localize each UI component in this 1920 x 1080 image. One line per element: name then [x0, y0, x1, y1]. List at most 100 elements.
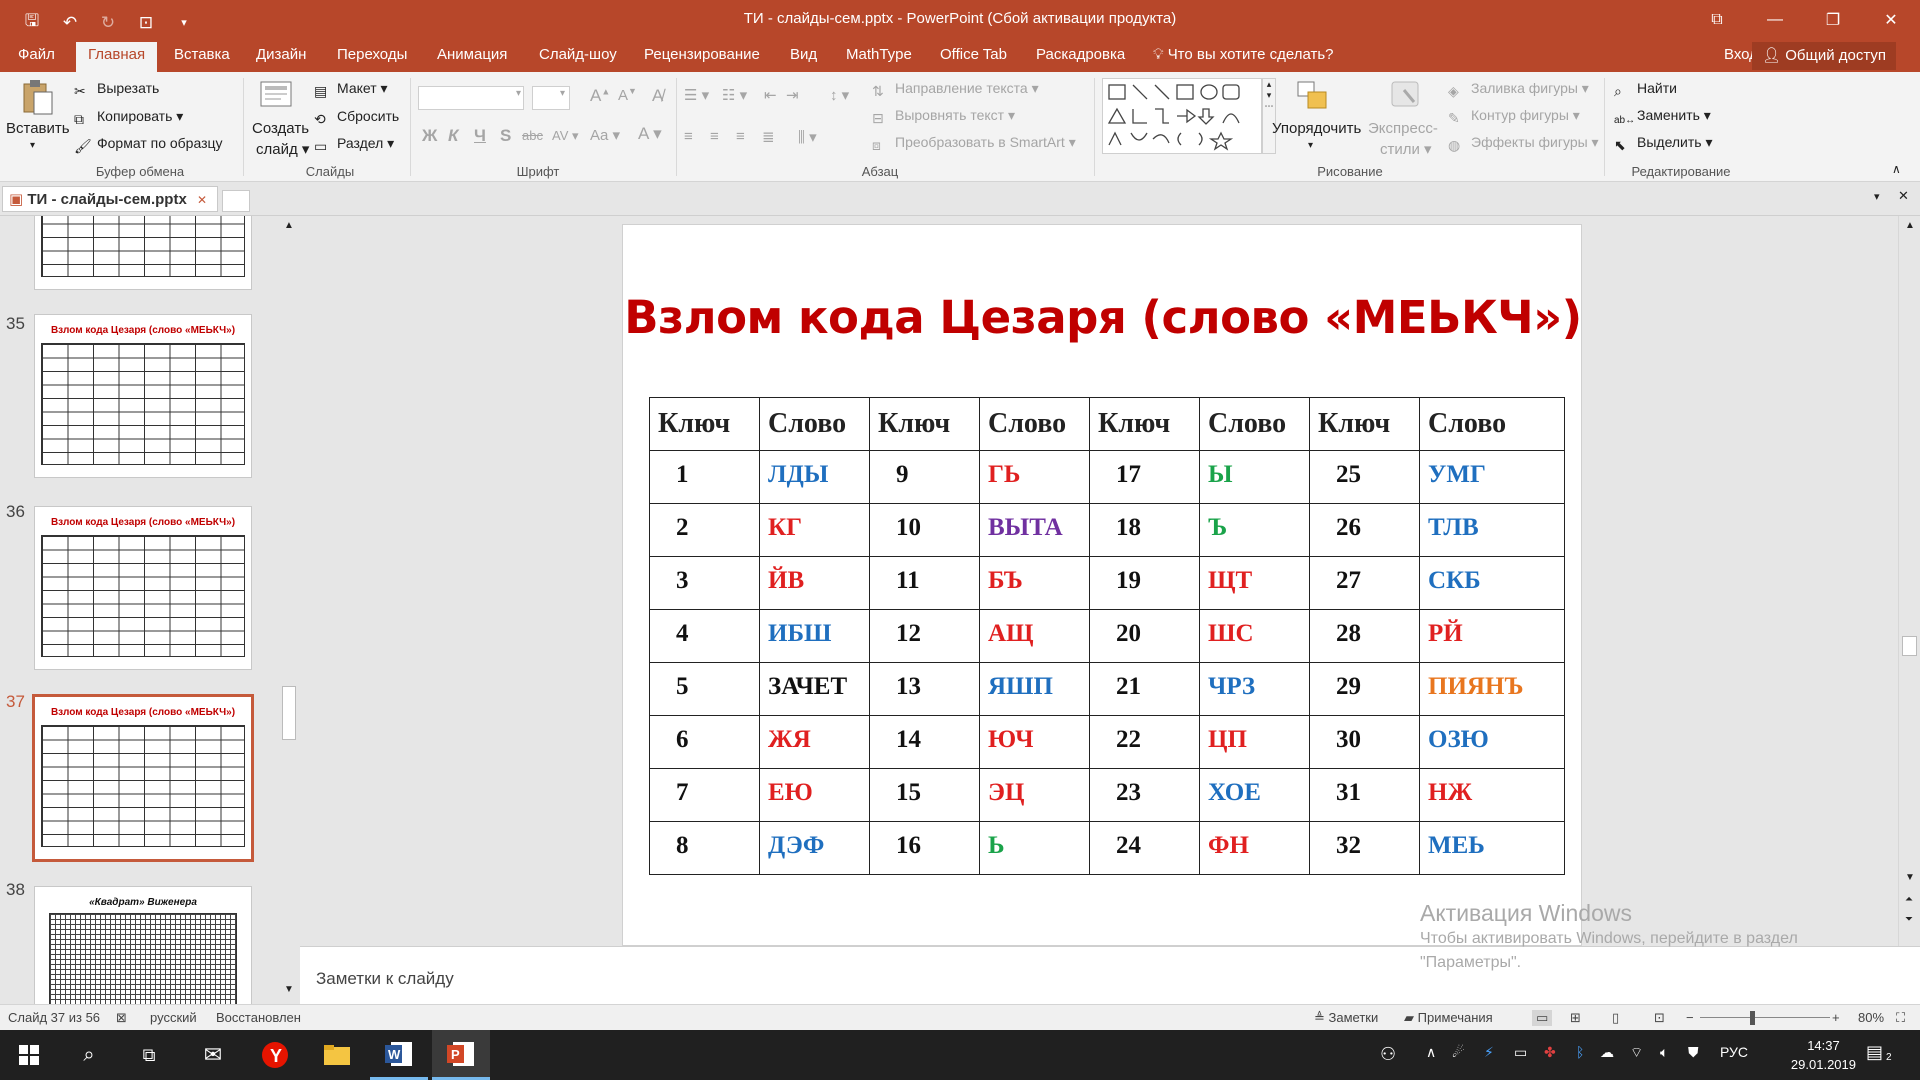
bold-button[interactable]: Ж [422, 126, 437, 146]
slide-thumbnail-selected[interactable]: Взлом кода Цезаря (слово «МЕЬКЧ») [32, 694, 254, 862]
next-slide-icon[interactable]: ⏷ [1905, 914, 1913, 925]
font-color-button[interactable]: A ▾ [638, 124, 662, 144]
tab-mathtype[interactable]: MathType [846, 46, 912, 63]
task-view-icon[interactable]: ⧉ [120, 1030, 178, 1080]
shapes-more-icon[interactable]: ▴ ▾ ⋯ [1262, 78, 1276, 154]
fit-to-window-icon[interactable]: ⛶ [1896, 1010, 1905, 1026]
security-icon[interactable]: ⛊ [1688, 1044, 1699, 1061]
tab-insert[interactable]: Вставка [174, 46, 230, 63]
comments-toggle[interactable]: ▰ Примечания [1404, 1010, 1493, 1026]
underline-button[interactable]: Ч [474, 126, 486, 146]
zoom-in-icon[interactable]: + [1832, 1010, 1840, 1025]
tab-design[interactable]: Дизайн [256, 46, 306, 63]
thumbnails-scrollbar[interactable]: ▲ ▼ [280, 216, 298, 1004]
spellcheck-icon[interactable]: ⊠ [116, 1010, 127, 1026]
section-button[interactable]: ▭ Раздел ▾ [314, 135, 394, 154]
font-name-combobox[interactable] [418, 86, 524, 110]
tab-list-dropdown-icon[interactable]: ▾ [1874, 190, 1880, 203]
start-button[interactable] [0, 1030, 58, 1080]
powerpoint-icon[interactable]: P [432, 1030, 490, 1080]
people-icon[interactable]: ⚇ [1380, 1044, 1396, 1065]
maximize-button[interactable]: ❐ [1804, 0, 1862, 40]
tab-storyboarding[interactable]: Раскадровка [1036, 46, 1125, 63]
find-button[interactable]: ⌕ Найти [1614, 80, 1677, 99]
tab-view[interactable]: Вид [790, 46, 817, 63]
numbering-icon[interactable]: ☷ ▾ [722, 86, 747, 104]
scroll-up-icon[interactable]: ▲ [1905, 220, 1915, 231]
zoom-slider-thumb[interactable] [1750, 1011, 1755, 1025]
arrange-button[interactable]: Упорядочить [1272, 120, 1361, 137]
shape-fill-button[interactable]: ◈ Заливка фигуры ▾ [1448, 80, 1589, 99]
new-slide-label-2[interactable]: слайд ▾ [256, 140, 309, 158]
grow-font-icon[interactable]: A▲ [590, 86, 610, 106]
scroll-thumb[interactable] [1902, 636, 1917, 656]
tab-transitions[interactable]: Переходы [337, 46, 407, 63]
shape-effects-button[interactable]: ◍ Эффекты фигуры ▾ [1448, 134, 1599, 153]
reading-view-icon[interactable]: ▯ [1612, 1010, 1619, 1026]
normal-view-icon[interactable]: ▭ [1532, 1010, 1553, 1026]
collapse-ribbon-icon[interactable]: ∧ [1892, 162, 1901, 176]
change-case-button[interactable]: Aa ▾ [590, 126, 620, 144]
replace-button[interactable]: ab↔ Заменить ▾ [1614, 107, 1711, 131]
close-button[interactable]: ✕ [1862, 0, 1920, 40]
layout-button[interactable]: ▤ Макет ▾ [314, 80, 388, 99]
quick-styles-label-1[interactable]: Экспресс- [1368, 120, 1438, 137]
cut-button[interactable]: ✂︎ Вырезать [74, 80, 159, 99]
strikethrough-button[interactable]: abc [522, 128, 543, 143]
align-center-icon[interactable]: ≡ [710, 128, 719, 145]
volume-icon[interactable]: 🔈︎ [1660, 1044, 1668, 1061]
tell-me-box[interactable]: 💡︎ Что вы хотите сделать? [1153, 46, 1334, 63]
tab-slideshow[interactable]: Слайд-шоу [539, 46, 617, 63]
shrink-font-icon[interactable]: A▼ [618, 86, 637, 104]
word-icon[interactable]: W [370, 1030, 428, 1080]
action-center-button[interactable]: ▤ 2 [1866, 1042, 1906, 1068]
onedrive-icon[interactable]: ☁ [1600, 1044, 1614, 1061]
tab-file[interactable]: Файл [18, 46, 55, 63]
file-explorer-icon[interactable] [308, 1030, 366, 1080]
smartart-button[interactable]: ⧈ Преобразовать в SmartArt ▾ [872, 134, 1076, 153]
align-left-icon[interactable]: ≡ [684, 128, 693, 145]
slide-scrollbar[interactable]: ▲ ▼ ⏶ ⏷ [1898, 216, 1920, 946]
arrange-dropdown-icon[interactable]: ▾ [1308, 140, 1313, 151]
tab-office-tab[interactable]: Office Tab [940, 46, 1007, 63]
slide-thumbnail[interactable]: Взлом кода Цезаря (слово «МЕЬКЧ») [34, 314, 252, 478]
previous-slide-icon[interactable]: ⏶ [1905, 894, 1913, 905]
lightning-icon[interactable]: ⚡ [1484, 1044, 1494, 1061]
slide-thumbnail[interactable] [34, 216, 252, 290]
tab-animations[interactable]: Анимация [437, 46, 507, 63]
shadow-button[interactable]: S [500, 126, 511, 146]
scroll-thumb[interactable] [282, 686, 296, 740]
tray-red-icon[interactable]: ✤ [1544, 1044, 1556, 1061]
columns-icon[interactable]: ⫼ ▾ [798, 128, 817, 146]
clear-formatting-icon[interactable]: A̸ [652, 86, 663, 106]
shape-outline-button[interactable]: ✎ Контур фигуры ▾ [1448, 107, 1580, 126]
slide[interactable]: Взлом кода Цезаря (слово «МЕЬКЧ») Ключ С… [622, 224, 1582, 946]
new-slide-label-1[interactable]: Создать [252, 120, 309, 137]
bluetooth-icon[interactable]: ᛒ [1576, 1044, 1584, 1060]
ribbon-display-icon[interactable]: ⧉ [1688, 0, 1746, 40]
yandex-browser-icon[interactable]: Y [246, 1030, 304, 1080]
tray-app-icon[interactable]: ☄ [1452, 1044, 1465, 1061]
copy-button[interactable]: ⧉ Копировать ▾ [74, 108, 183, 127]
justify-icon[interactable]: ≣ [762, 128, 775, 146]
quick-styles-icon[interactable] [1388, 78, 1422, 116]
close-tab-icon[interactable]: ✕ [197, 193, 207, 207]
battery-icon[interactable]: ▭ [1514, 1044, 1527, 1061]
format-painter-button[interactable]: 🖌︎ Формат по образцу [74, 135, 223, 154]
slide-thumbnail[interactable]: Взлом кода Цезаря (слово «МЕЬКЧ») [34, 506, 252, 670]
input-language[interactable]: РУС [1720, 1044, 1748, 1060]
mail-icon[interactable]: ✉ [184, 1030, 242, 1080]
font-size-dropdown-icon[interactable]: ▾ [560, 88, 565, 99]
reset-button[interactable]: ⟲ Сбросить [314, 108, 399, 127]
document-tab[interactable]: ▣ ТИ - слайды-сем.pptx ✕ [2, 186, 218, 212]
increase-indent-icon[interactable]: ⇥ [786, 86, 799, 104]
arrange-icon[interactable] [1296, 78, 1330, 116]
align-right-icon[interactable]: ≡ [736, 128, 745, 145]
paste-dropdown-icon[interactable]: ▾ [30, 140, 35, 151]
notes-toggle[interactable]: ≜ Заметки [1314, 1010, 1378, 1026]
slide-thumbnail[interactable]: «Квадрат» Виженера [34, 886, 252, 1004]
text-direction-button[interactable]: ⇅ Направление текста ▾ [872, 80, 1039, 99]
slide-sorter-icon[interactable]: ⊞ [1570, 1010, 1581, 1026]
zoom-slider[interactable] [1700, 1017, 1830, 1018]
new-slide-icon[interactable] [259, 78, 293, 116]
